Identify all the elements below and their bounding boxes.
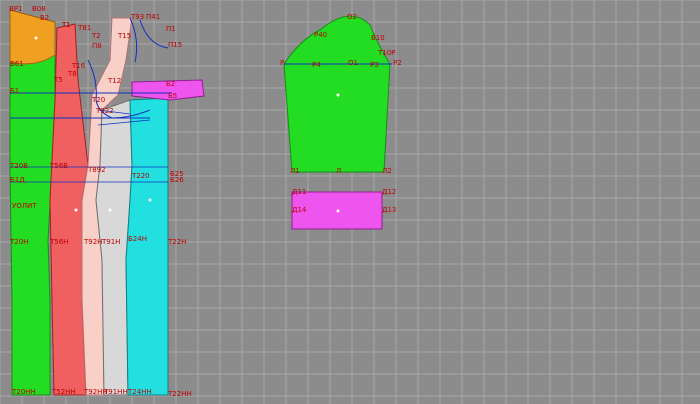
point-label: Б24Н bbox=[128, 235, 147, 243]
point-label: П15 bbox=[168, 41, 182, 49]
point-label: Т81 bbox=[77, 24, 91, 32]
point-label: Т24НН bbox=[127, 388, 152, 396]
point-label: Т12 bbox=[107, 77, 121, 85]
point-label: Д13 bbox=[382, 206, 396, 214]
center-point[interactable] bbox=[336, 93, 340, 97]
point-label: Д11 bbox=[292, 188, 306, 196]
point-label: В10 bbox=[371, 34, 385, 42]
point-label: Т16 bbox=[71, 62, 86, 70]
point-label: ВР1 bbox=[9, 5, 22, 13]
point-label: Т52НН bbox=[51, 388, 76, 396]
pattern-canvas[interactable]: ВР1 В08 В2 Т1 Т81 Т2 Т93 П41 П1 П15 Б61 … bbox=[0, 0, 700, 404]
point-label: Л2 bbox=[382, 167, 392, 175]
point-label: Б2 bbox=[166, 80, 175, 88]
point-label: УОЛИТ bbox=[12, 202, 37, 210]
point-label: Т15 bbox=[117, 32, 131, 40]
center-point[interactable] bbox=[74, 208, 78, 212]
point-label: Т56Н bbox=[49, 238, 68, 246]
point-label: Т91НН bbox=[103, 388, 128, 396]
point-label: Р3 bbox=[370, 61, 379, 69]
point-label: Т892 bbox=[87, 166, 106, 174]
point-label: Т922 bbox=[95, 107, 114, 115]
point-label: Т22Н bbox=[167, 238, 186, 246]
point-label: Т20НН bbox=[11, 388, 36, 396]
point-label: П41 bbox=[146, 13, 160, 21]
point-label: Т56В bbox=[49, 162, 68, 170]
point-label: П1 bbox=[166, 25, 176, 33]
point-label: Р40 bbox=[314, 31, 327, 39]
point-label: Т20 bbox=[91, 96, 105, 104]
center-point[interactable] bbox=[34, 36, 38, 40]
point-label: Т1 bbox=[61, 21, 71, 29]
point-label: Т2 bbox=[91, 32, 101, 40]
point-label: В08 bbox=[32, 5, 46, 13]
point-label: Р bbox=[280, 59, 284, 67]
point-label: Б1 bbox=[10, 87, 19, 95]
point-label: Т220 bbox=[131, 172, 150, 180]
point-label: Т5 bbox=[53, 76, 63, 84]
point-label: Т92Н bbox=[83, 238, 102, 246]
point-label: Т22НН bbox=[167, 390, 192, 398]
point-label: П8 bbox=[92, 42, 102, 50]
point-label: Л bbox=[336, 167, 341, 175]
center-point[interactable] bbox=[336, 209, 340, 213]
point-label: Т10Р bbox=[377, 49, 395, 57]
point-label: Д12 bbox=[382, 188, 396, 196]
point-label: Б5 bbox=[168, 92, 177, 100]
point-label: Т91Н bbox=[101, 238, 120, 246]
center-point[interactable] bbox=[108, 208, 112, 212]
point-label: О1 bbox=[348, 59, 358, 67]
point-label: Т20Н bbox=[9, 238, 28, 246]
point-label: Б26 bbox=[170, 176, 184, 184]
center-point[interactable] bbox=[148, 198, 152, 202]
cuff-pattern-group[interactable]: Д11 Д12 Д14 Д13 bbox=[291, 188, 396, 230]
point-label: О2 bbox=[347, 13, 357, 21]
point-label: В2 bbox=[40, 14, 49, 22]
point-label: Т93 bbox=[130, 13, 144, 21]
point-label: Т8 bbox=[67, 70, 77, 78]
point-label: Б61 bbox=[10, 60, 24, 68]
point-label: Р4 bbox=[312, 61, 321, 69]
point-label: Л1 bbox=[290, 167, 300, 175]
point-label: Д14 bbox=[292, 206, 307, 214]
panel-cyan-front[interactable] bbox=[125, 97, 169, 396]
point-label: Б1Д bbox=[10, 176, 25, 184]
point-label: Р2 bbox=[393, 59, 402, 67]
point-label: Т20В bbox=[9, 162, 28, 170]
